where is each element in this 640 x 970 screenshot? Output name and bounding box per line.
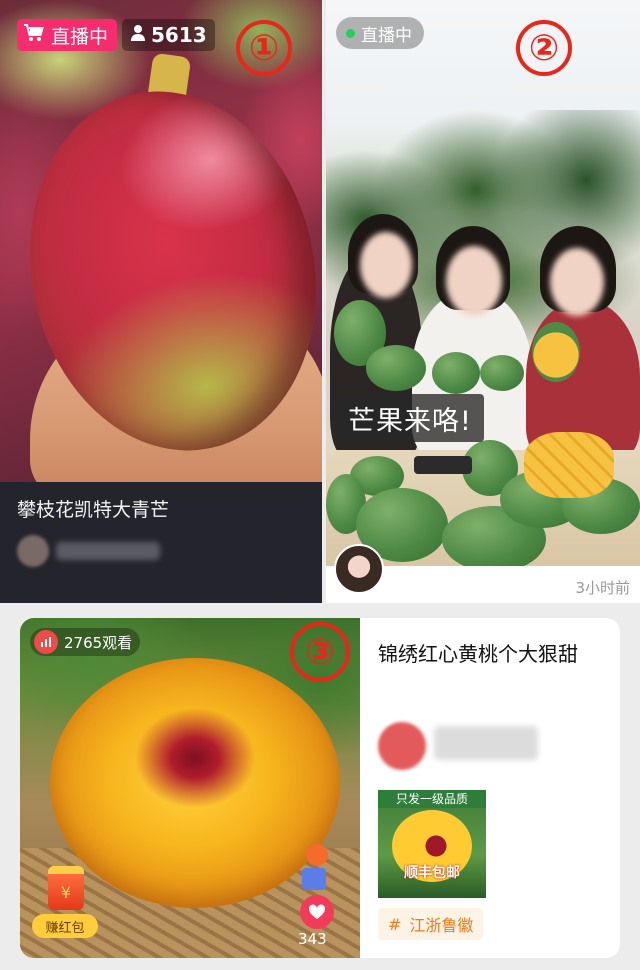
gift-icon[interactable] — [306, 844, 328, 866]
shop-name-blurred — [434, 726, 538, 760]
mango — [480, 355, 524, 391]
face-middle-blurred — [446, 246, 502, 316]
live-dot-icon — [346, 28, 355, 38]
live-badge: 直播中 — [336, 17, 424, 49]
cut-mango-held — [532, 322, 580, 382]
views-badge: 2765观看 — [30, 628, 141, 656]
live-label: 直播中 — [361, 25, 412, 46]
signal-bars-icon — [34, 630, 58, 654]
mango-farm-photo — [326, 0, 640, 566]
person-icon — [130, 23, 146, 47]
product-thumbnail[interactable]: 只发一级品质 顺丰包邮 — [378, 790, 486, 898]
region-tag-label: 江浙鲁徽 — [409, 916, 474, 935]
cart-icon — [23, 23, 45, 48]
annotation-number-1: ① — [236, 20, 292, 76]
viewer-count-badge: 5613 — [122, 19, 215, 51]
views-count: 2765观看 — [64, 633, 133, 652]
live-label: 直播中 — [51, 25, 109, 48]
video-caption: 芒果来咯! — [336, 394, 484, 442]
peach-shape — [50, 658, 340, 908]
phone — [414, 456, 472, 474]
streamer-name-blurred — [56, 542, 160, 560]
card-title: 攀枝花凯特大青芒 — [17, 499, 170, 521]
cut-mango-hedgehog — [524, 432, 614, 498]
annotation-number-2: ② — [516, 20, 572, 76]
face-right-blurred — [550, 248, 604, 316]
streamer-avatar[interactable] — [17, 535, 49, 567]
face-left-blurred — [360, 232, 412, 298]
gift-box-icon[interactable] — [302, 868, 326, 890]
hash-icon: # — [388, 914, 402, 934]
region-tag[interactable]: # 江浙鲁徽 — [378, 908, 484, 940]
card-title: 锦绣红心黄桃个大狠甜 — [378, 642, 578, 666]
streamer-avatar[interactable] — [334, 544, 384, 594]
annotation-number-3: ③ — [290, 622, 350, 682]
viewer-count: 5613 — [151, 23, 207, 47]
thumbnail-footer: 顺丰包邮 — [404, 865, 460, 881]
earn-red-packet-button[interactable]: 赚红包 — [32, 914, 98, 938]
red-packet-icon[interactable]: ¥ — [48, 866, 84, 910]
thumbnail-headline: 只发一级品质 — [378, 790, 486, 808]
live-card-mango-1[interactable]: 直播中 5613 ① 攀枝花凯特大青芒 — [0, 0, 322, 603]
mango — [366, 345, 426, 391]
live-card-mango-2[interactable]: 直播中 ② 芒果来咯! 3小时前 — [326, 0, 640, 603]
heart-icon[interactable] — [300, 895, 334, 929]
like-count: 343 — [298, 930, 327, 948]
shop-avatar[interactable] — [378, 722, 426, 770]
mango — [432, 352, 480, 394]
live-card-peach[interactable]: 2765观看 ③ ¥ 赚红包 343 锦绣红心黄桃个大狠甜 只发一级品质 顺丰包… — [20, 618, 620, 958]
live-badge: 直播中 — [17, 19, 118, 51]
post-time: 3小时前 — [575, 579, 630, 597]
